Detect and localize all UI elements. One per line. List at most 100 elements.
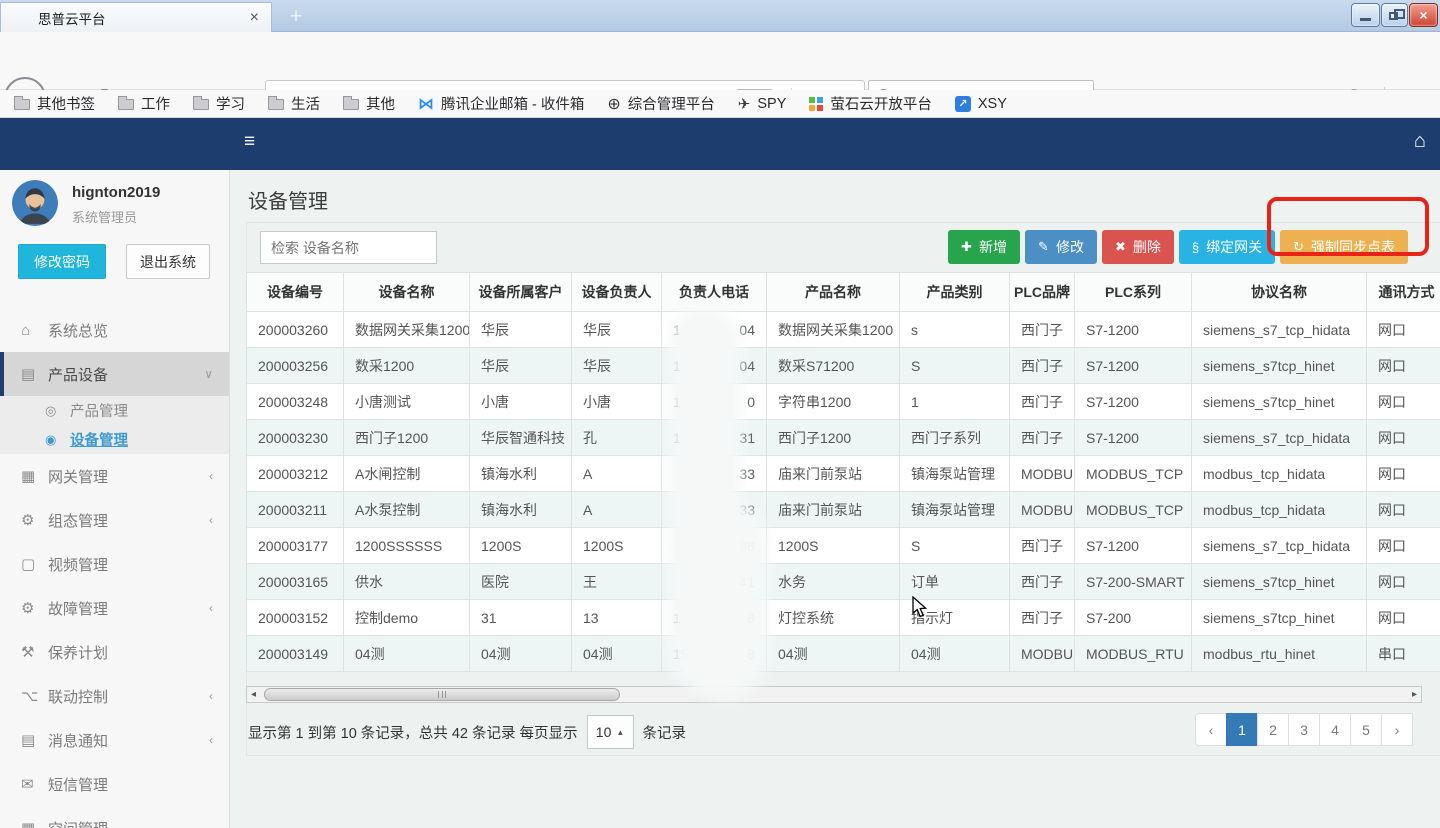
- delete-button[interactable]: ✖删除: [1102, 230, 1174, 264]
- device-search-input[interactable]: [260, 231, 437, 264]
- app-topbar: ≡ ⌂: [0, 118, 1440, 170]
- folder-icon: [193, 99, 209, 110]
- page-3[interactable]: 3: [1288, 713, 1320, 746]
- sidebar-item-label: 短信管理: [48, 774, 213, 795]
- restore-button[interactable]: [1381, 3, 1408, 27]
- wrench-icon: ⚒: [21, 643, 48, 661]
- bookmark-study-folder[interactable]: 学习: [193, 93, 245, 114]
- column-header[interactable]: 协议名称: [1192, 273, 1367, 312]
- sidebar-item-fault-mgmt[interactable]: ⚙ 故障管理 ‹: [0, 586, 229, 630]
- bookmark-xsy[interactable]: ↗ XSY: [955, 96, 1007, 112]
- sidebar-collapse-icon[interactable]: ≡: [244, 131, 255, 153]
- sidebar-item-product-device[interactable]: ▤ 产品设备 ∨: [0, 352, 229, 396]
- edit-button[interactable]: ✎修改: [1025, 230, 1097, 264]
- table-row[interactable]: 200003211 A水泵控制 镇海水利 A 33 庙来门前泵站 镇海泵站管理 …: [247, 492, 1440, 528]
- sidebar-item-system-overview[interactable]: ⌂ 系统总览: [0, 308, 229, 352]
- column-header[interactable]: 负责人电话: [662, 273, 767, 312]
- cell-device-name: 04测: [344, 636, 470, 672]
- page-size-select[interactable]: 10 ▲: [587, 715, 634, 749]
- close-icon: ×: [1419, 7, 1427, 23]
- page-1[interactable]: 1: [1226, 713, 1258, 746]
- cell-plc-brand: MODBUS: [1010, 636, 1075, 672]
- bookmark-work-folder[interactable]: 工作: [118, 93, 170, 114]
- column-header[interactable]: 产品类别: [900, 273, 1010, 312]
- sidebar-item-scada-mgmt[interactable]: ⚙ 组态管理 ‹: [0, 498, 229, 542]
- bookmark-label: 腾讯企业邮箱 - 收件箱: [441, 93, 584, 114]
- sidebar-item-maintenance-plan[interactable]: ⚒ 保养计划: [0, 630, 229, 674]
- bookmark-other-folder[interactable]: 其他书签: [14, 93, 95, 114]
- table-row[interactable]: 200003260 数据网关采集1200 华辰 华辰 104 数据网关采集120…: [247, 312, 1440, 348]
- table-row[interactable]: 200003165 供水 医院 王 41 水务 订单 西门子 S7-200-SM…: [247, 564, 1440, 600]
- cell-comm-type: 网口: [1367, 312, 1440, 348]
- horizontal-scrollbar[interactable]: ◂ ▸: [246, 686, 1422, 703]
- bookmark-life-folder[interactable]: 生活: [268, 93, 320, 114]
- page-5[interactable]: 5: [1350, 713, 1382, 746]
- table-row[interactable]: 200003152 控制demo 31 13 18 灯控系统 指示灯 西门子 S…: [247, 600, 1440, 636]
- bind-gateway-button[interactable]: §绑定网关: [1179, 230, 1275, 264]
- cell-customer: 小唐: [470, 384, 572, 420]
- sidebar-item-device-mgmt[interactable]: ◉ 设备管理: [0, 425, 229, 454]
- table-row[interactable]: 200003149 04测 04测 04测 158 04测 04测 MODBUS…: [247, 636, 1440, 672]
- scroll-right-icon[interactable]: ▸: [1408, 689, 1421, 700]
- cell-device-name: 数据网关采集1200: [344, 312, 470, 348]
- column-header[interactable]: 通讯方式: [1367, 273, 1440, 312]
- column-header[interactable]: 设备编号: [247, 273, 344, 312]
- new-tab-button[interactable]: +: [280, 5, 312, 30]
- cell-product: 字符串1200: [767, 384, 900, 420]
- cell-protocol: modbus_tcp_hidata: [1192, 456, 1367, 492]
- change-password-button[interactable]: 修改密码: [18, 244, 106, 279]
- bookmark-spy[interactable]: ✈ SPY: [738, 95, 787, 113]
- chevron-icon: ‹: [209, 513, 213, 527]
- browser-tab[interactable]: 思普云平台 ×: [0, 2, 272, 32]
- minimize-button[interactable]: [1351, 3, 1380, 27]
- column-header[interactable]: 设备负责人: [572, 273, 662, 312]
- table-row[interactable]: 200003212 A水闸控制 镇海水利 A 33 庙来门前泵站 镇海泵站管理 …: [247, 456, 1440, 492]
- column-header[interactable]: PLC品牌: [1010, 273, 1075, 312]
- folder-icon: [343, 99, 359, 110]
- cell-category: 订单: [900, 564, 1010, 600]
- tab-close-icon[interactable]: ×: [248, 9, 261, 27]
- sidebar-item-space-mgmt[interactable]: ▦ 空间管理: [0, 806, 229, 828]
- cell-plc-brand: 西门子: [1010, 348, 1075, 384]
- cell-customer: 1200S: [470, 528, 572, 564]
- bookmark-label: 萤石云开放平台: [830, 93, 932, 114]
- cell-device-name: A水闸控制: [344, 456, 470, 492]
- sidebar-item-video-mgmt[interactable]: ▢ 视频管理: [0, 542, 229, 586]
- sidebar-item-gateway-mgmt[interactable]: ▦ 网关管理 ‹: [0, 454, 229, 498]
- page-next[interactable]: ›: [1381, 713, 1413, 746]
- bookmark-tencent-exmail[interactable]: ⋈ 腾讯企业邮箱 - 收件箱: [418, 93, 584, 114]
- page-prev[interactable]: ‹: [1195, 713, 1227, 746]
- app-home-icon[interactable]: ⌂: [1414, 130, 1426, 153]
- column-header[interactable]: 产品名称: [767, 273, 900, 312]
- page-2[interactable]: 2: [1257, 713, 1289, 746]
- page-4[interactable]: 4: [1319, 713, 1351, 746]
- column-header[interactable]: PLC系列: [1075, 273, 1192, 312]
- bookmark-ezviz-open[interactable]: 萤石云开放平台: [809, 93, 932, 114]
- device-table: 设备编号设备名称设备所属客户设备负责人负责人电话产品名称产品类别PLC品牌PLC…: [246, 272, 1440, 672]
- sidebar-item-product-mgmt[interactable]: ◎ 产品管理: [0, 396, 229, 425]
- table-row[interactable]: 200003230 西门子1200 华辰智通科技 孔 131 西门子1200 西…: [247, 420, 1440, 456]
- cell-device-id: 200003212: [247, 456, 344, 492]
- cell-comm-type: 网口: [1367, 348, 1440, 384]
- add-button[interactable]: ✚新增: [948, 230, 1020, 264]
- cell-category: S: [900, 528, 1010, 564]
- cell-device-name: 控制demo: [344, 600, 470, 636]
- cell-owner: 孔: [572, 420, 662, 456]
- logout-button[interactable]: 退出系统: [126, 244, 210, 279]
- column-header[interactable]: 设备所属客户: [470, 273, 572, 312]
- cell-customer: 镇海水利: [470, 492, 572, 528]
- table-row[interactable]: 200003256 数采1200 华辰 华辰 104 数采S71200 S 西门…: [247, 348, 1440, 384]
- scroll-left-icon[interactable]: ◂: [247, 689, 260, 700]
- close-button[interactable]: ×: [1409, 3, 1438, 27]
- table-row[interactable]: 200003248 小唐测试 小唐 小唐 10 字符串1200 1 西门子 S7…: [247, 384, 1440, 420]
- scrollbar-thumb[interactable]: [264, 688, 620, 701]
- sidebar-item-linkage-control[interactable]: ⌥ 联动控制 ‹: [0, 674, 229, 718]
- bookmark-mgmt-platform[interactable]: ⊕ 综合管理平台: [607, 93, 714, 114]
- sidebar-item-message-notify[interactable]: ▤ 消息通知 ‹: [0, 718, 229, 762]
- sidebar-item-sms-mgmt[interactable]: ✉ 短信管理: [0, 762, 229, 806]
- table-row[interactable]: 200003177 1200SSSSSS 1200S 1200S 88 1200…: [247, 528, 1440, 564]
- column-header[interactable]: 设备名称: [344, 273, 470, 312]
- bookmark-misc-folder[interactable]: 其他: [343, 93, 395, 114]
- minimize-icon: [1360, 18, 1371, 21]
- x-icon: ✖: [1115, 239, 1126, 255]
